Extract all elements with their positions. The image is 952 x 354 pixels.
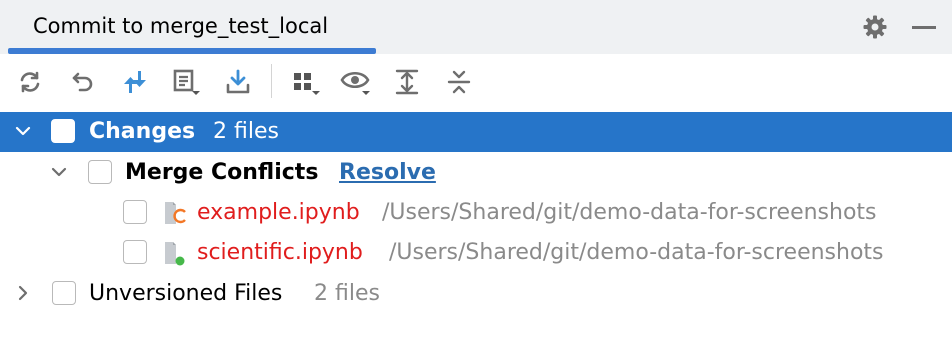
merge-conflicts-label: Merge Conflicts xyxy=(125,160,319,185)
changelist-label: Changes xyxy=(89,119,196,144)
diff-icon[interactable] xyxy=(169,65,203,99)
view-options-icon[interactable] xyxy=(339,65,373,99)
file-checkbox[interactable] xyxy=(123,200,147,224)
tab-commit[interactable]: Commit to merge_test_local xyxy=(8,0,376,54)
toolbar xyxy=(0,54,952,110)
file-path: /Users/Shared/git/demo-data-for-screensh… xyxy=(389,240,884,265)
unversioned-files-row[interactable]: Unversioned Files 2 files xyxy=(0,274,952,314)
changelist-count: 2 files xyxy=(213,119,279,144)
merge-arrows-icon[interactable] xyxy=(118,65,152,99)
changelist-row-changes[interactable]: Changes 2 files xyxy=(0,112,952,152)
chevron-down-icon[interactable] xyxy=(14,122,32,140)
tool-window-header: Commit to merge_test_local xyxy=(0,0,952,54)
jupyter-file-icon xyxy=(165,202,186,224)
update-icon[interactable] xyxy=(221,65,255,99)
unversioned-label: Unversioned Files xyxy=(89,281,283,306)
minimize-icon[interactable] xyxy=(912,26,936,29)
refresh-icon[interactable] xyxy=(13,65,47,99)
merge-conflicts-row[interactable]: Merge Conflicts Resolve xyxy=(0,153,952,193)
jupyter-file-icon xyxy=(165,242,185,266)
gear-icon[interactable] xyxy=(862,14,888,40)
chevron-down-icon[interactable] xyxy=(50,163,68,181)
group-by-icon[interactable] xyxy=(289,65,323,99)
chevron-right-icon[interactable] xyxy=(14,284,32,302)
collapse-all-icon[interactable] xyxy=(442,65,476,99)
file-path: /Users/Shared/git/demo-data-for-screensh… xyxy=(382,200,877,225)
resolve-link[interactable]: Resolve xyxy=(339,160,436,185)
changes-checkbox[interactable] xyxy=(51,119,75,143)
file-checkbox[interactable] xyxy=(123,240,147,264)
rollback-icon[interactable] xyxy=(66,65,100,99)
unversioned-count: 2 files xyxy=(314,281,380,306)
file-name: example.ipynb xyxy=(197,200,360,225)
toolbar-separator xyxy=(271,64,272,98)
file-row[interactable]: example.ipynb /Users/Shared/git/demo-dat… xyxy=(0,193,952,233)
merge-conflicts-checkbox[interactable] xyxy=(88,160,112,184)
unversioned-checkbox[interactable] xyxy=(52,281,76,305)
tab-label: Commit to merge_test_local xyxy=(33,14,329,38)
file-name: scientific.ipynb xyxy=(197,240,363,265)
file-row[interactable]: scientific.ipynb /Users/Shared/git/demo-… xyxy=(0,233,952,273)
expand-all-icon[interactable] xyxy=(390,65,424,99)
